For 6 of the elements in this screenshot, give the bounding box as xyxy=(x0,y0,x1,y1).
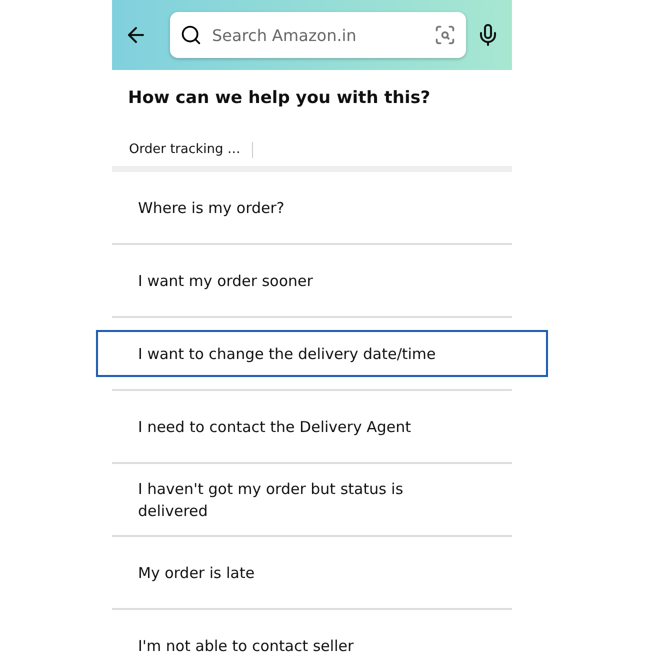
breadcrumb-link[interactable]: Order tracking … xyxy=(129,142,254,158)
search-icon xyxy=(180,24,202,46)
search-bar[interactable]: Search Amazon.in xyxy=(170,12,466,58)
page-title: How can we help you with this? xyxy=(127,87,432,110)
camera-scan-icon[interactable] xyxy=(434,24,456,46)
help-option[interactable]: I want to change the delivery date/time xyxy=(96,330,548,377)
